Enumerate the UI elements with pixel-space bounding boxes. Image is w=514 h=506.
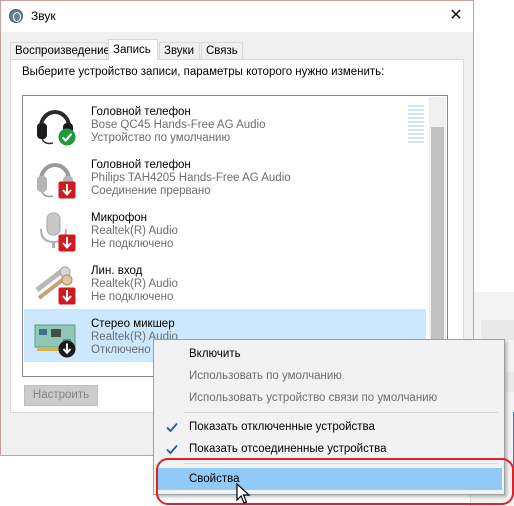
device-description: Bose QC45 Hands-Free AG Audio <box>91 119 266 131</box>
device-item[interactable]: Головной телефон Philips TAH4205 Hands-F… <box>24 150 426 203</box>
close-button[interactable]: ✕ <box>445 5 467 27</box>
tab-playback[interactable]: Воспроизведение <box>10 42 110 59</box>
device-name: Головной телефон <box>91 106 191 118</box>
device-item[interactable]: Лин. вход Realtek(R) Audio Не подключено <box>24 256 426 309</box>
disconnected-arrow-badge-icon <box>58 234 76 252</box>
device-list[interactable]: Головной телефон Bose QC45 Hands-Free AG… <box>22 95 448 377</box>
device-name: Головной телефон <box>91 159 191 171</box>
device-status: Не подключено <box>91 238 174 250</box>
menu-item-set-default-comm[interactable]: Использовать устройство связи по умолчан… <box>156 387 502 409</box>
menu-item-label: Включить <box>189 348 241 360</box>
checkmark-icon <box>166 422 178 433</box>
menu-item-set-default[interactable]: Использовать по умолчанию <box>156 365 502 387</box>
device-status: Устройство по умолчанию <box>91 132 231 144</box>
title-bar[interactable]: Звук ✕ <box>1 1 473 32</box>
menu-separator <box>184 412 498 413</box>
device-status: Не подключено <box>91 291 174 303</box>
device-item[interactable]: Головной телефон Bose QC45 Hands-Free AG… <box>24 97 426 150</box>
device-name: Лин. вход <box>91 265 143 277</box>
window-title: Звук <box>31 9 56 23</box>
annotation-highlight-box <box>156 458 514 505</box>
device-description: Philips TAH4205 Hands-Free AG Audio <box>91 172 291 184</box>
checkmark-icon <box>166 444 178 455</box>
scrollbar-thumb[interactable] <box>431 127 444 345</box>
device-status: Отключено <box>91 344 151 356</box>
device-name: Микрофон <box>91 212 148 224</box>
menu-item-label: Использовать устройство связи по умолчан… <box>189 392 438 404</box>
menu-item-enable[interactable]: Включить <box>156 343 502 365</box>
device-description: Realtek(R) Audio <box>91 225 178 237</box>
default-check-badge-icon <box>58 128 76 146</box>
configure-button[interactable]: Настроить <box>24 385 98 406</box>
menu-item-show-disconnected[interactable]: Показать отсоединенные устройства <box>156 438 502 460</box>
tab-communications[interactable]: Связь <box>201 42 243 59</box>
tab-recording[interactable]: Запись <box>108 39 158 60</box>
device-status: Соединение прервано <box>91 185 211 197</box>
menu-item-show-disabled[interactable]: Показать отключенные устройства <box>156 416 502 438</box>
level-meter <box>408 105 424 145</box>
device-item[interactable]: Микрофон Realtek(R) Audio Не подключено <box>24 203 426 256</box>
tab-sounds[interactable]: Звуки <box>159 42 200 59</box>
disconnected-arrow-badge-icon <box>58 287 76 305</box>
background-strip <box>481 320 514 340</box>
mouse-pointer-icon <box>236 483 251 504</box>
device-name: Стерео микшер <box>91 318 175 330</box>
menu-item-label: Показать отсоединенные устройства <box>189 443 387 455</box>
disabled-arrow-badge-icon <box>58 340 76 358</box>
menu-item-label: Использовать по умолчанию <box>189 370 342 382</box>
device-description: Realtek(R) Audio <box>91 278 178 290</box>
menu-item-label: Показать отключенные устройства <box>189 421 375 433</box>
disconnected-arrow-badge-icon <box>58 181 76 199</box>
speaker-app-icon <box>9 9 23 23</box>
device-list-scrollbar[interactable] <box>429 97 446 375</box>
instruction-text: Выберите устройство записи, параметры ко… <box>22 66 385 78</box>
